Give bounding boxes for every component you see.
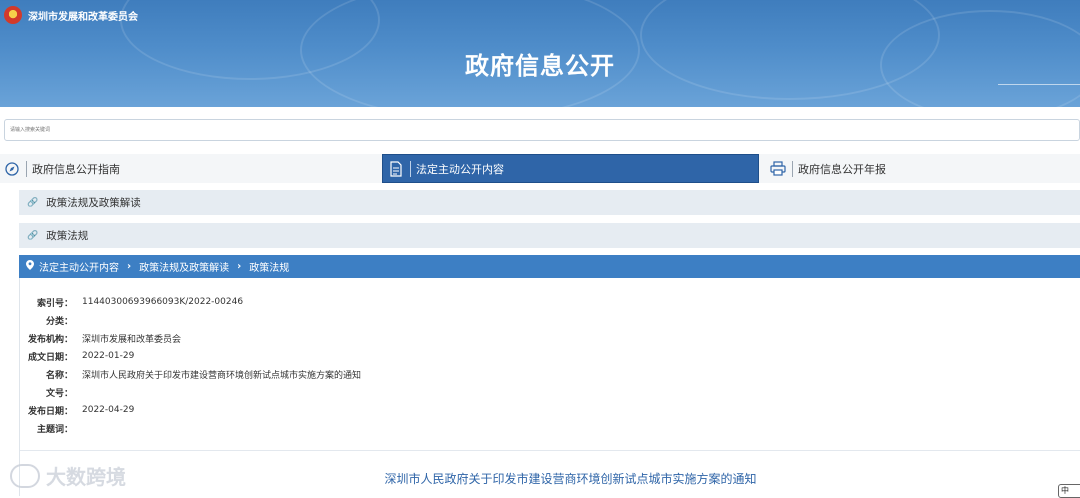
tab-bar: 政府信息公开指南 法定主动公开内容 政府信息公开年报: [0, 154, 1080, 183]
metadata-value: 深圳市人民政府关于印发市建设营商环境创新试点城市实施方案的通知: [82, 370, 362, 381]
tab-separator: [792, 160, 793, 177]
breadcrumb-item[interactable]: 政策法规及政策解读: [139, 259, 229, 274]
document-title: 深圳市人民政府关于印发市建设营商环境创新试点城市实施方案的通知: [384, 472, 757, 486]
metadata-label: 发布机构：: [27, 334, 73, 345]
metadata-value: 11440300693966093K/2022-00246: [82, 297, 244, 307]
emblem-icon[interactable]: [4, 6, 22, 24]
metadata-label: 分类：: [45, 316, 73, 327]
breadcrumb: 法定主动公开内容 › 政策法规及政策解读 › 政策法规: [19, 255, 1080, 278]
document-icon: [388, 160, 404, 177]
metadata-label: 成文日期：: [27, 352, 73, 363]
watermark-text: 大数跨境: [46, 465, 126, 489]
category-label: 政策法规及政策解读: [46, 197, 141, 209]
metadata-row: 索引号： 11440300693966093K/2022-00246: [20, 293, 420, 311]
tab-label: 政府信息公开指南: [32, 162, 120, 176]
tab-disclosure-guide[interactable]: 政府信息公开指南: [4, 154, 378, 183]
link-icon: 🔗: [27, 197, 39, 208]
divider: [20, 450, 1080, 451]
tab-annual-report[interactable]: 政府信息公开年报: [770, 154, 1080, 183]
tab-label: 法定主动公开内容: [416, 162, 504, 176]
tab-statutory-content[interactable]: 法定主动公开内容: [382, 154, 759, 183]
metadata-label: 主题词：: [36, 424, 73, 435]
tab-separator: [410, 160, 411, 177]
breadcrumb-item[interactable]: 政策法规: [249, 259, 289, 274]
metadata-label: 发布日期：: [27, 406, 73, 417]
search-input[interactable]: [4, 119, 1080, 141]
metadata-row: 分类：: [20, 311, 420, 329]
org-name[interactable]: 深圳市发展和改革委员会: [28, 8, 138, 23]
metadata-row: 文号：: [20, 383, 420, 401]
chevron-right-icon: ›: [237, 261, 242, 272]
header-banner: 深圳市发展和改革委员会 政府信息公开: [0, 0, 1080, 107]
breadcrumb-item[interactable]: 法定主动公开内容: [39, 259, 119, 274]
widget-text: 中: [1061, 486, 1069, 495]
compass-icon: [4, 161, 20, 177]
category-label: 政策法规: [46, 230, 89, 242]
metadata-label: 名称：: [45, 370, 73, 381]
page-title: 政府信息公开: [465, 52, 615, 80]
content-panel: 索引号： 11440300693966093K/2022-00246 分类： 发布…: [19, 278, 1080, 496]
watermark: 大数跨境: [10, 461, 126, 490]
metadata-value: 深圳市发展和改革委员会: [82, 334, 182, 345]
location-pin-icon: [26, 260, 34, 273]
chevron-right-icon: ›: [127, 261, 132, 272]
category-policy-regulations[interactable]: 🔗 政策法规: [19, 223, 1080, 248]
metadata-table: 索引号： 11440300693966093K/2022-00246 分类： 发布…: [20, 293, 420, 437]
metadata-row: 成文日期： 2022-01-29: [20, 347, 420, 365]
category-policy-and-interpretation[interactable]: 🔗 政策法规及政策解读: [19, 190, 1080, 215]
metadata-label: 文号：: [45, 388, 73, 399]
metadata-label: 索引号：: [36, 298, 73, 309]
metadata-row: 主题词：: [20, 419, 420, 437]
metadata-value: 2022-01-29: [82, 351, 135, 361]
metadata-row: 名称： 深圳市人民政府关于印发市建设营商环境创新试点城市实施方案的通知: [20, 365, 420, 383]
tab-label: 政府信息公开年报: [798, 162, 886, 176]
tab-separator: [26, 160, 27, 177]
metadata-row: 发布机构： 深圳市发展和改革委员会: [20, 329, 420, 347]
link-icon: 🔗: [27, 230, 39, 241]
decorative-line: [998, 84, 1080, 85]
metadata-value: 2022-04-29: [82, 405, 135, 415]
watermark-logo-icon: [10, 463, 40, 488]
metadata-row: 发布日期： 2022-04-29: [20, 401, 420, 419]
printer-icon: [770, 161, 786, 177]
